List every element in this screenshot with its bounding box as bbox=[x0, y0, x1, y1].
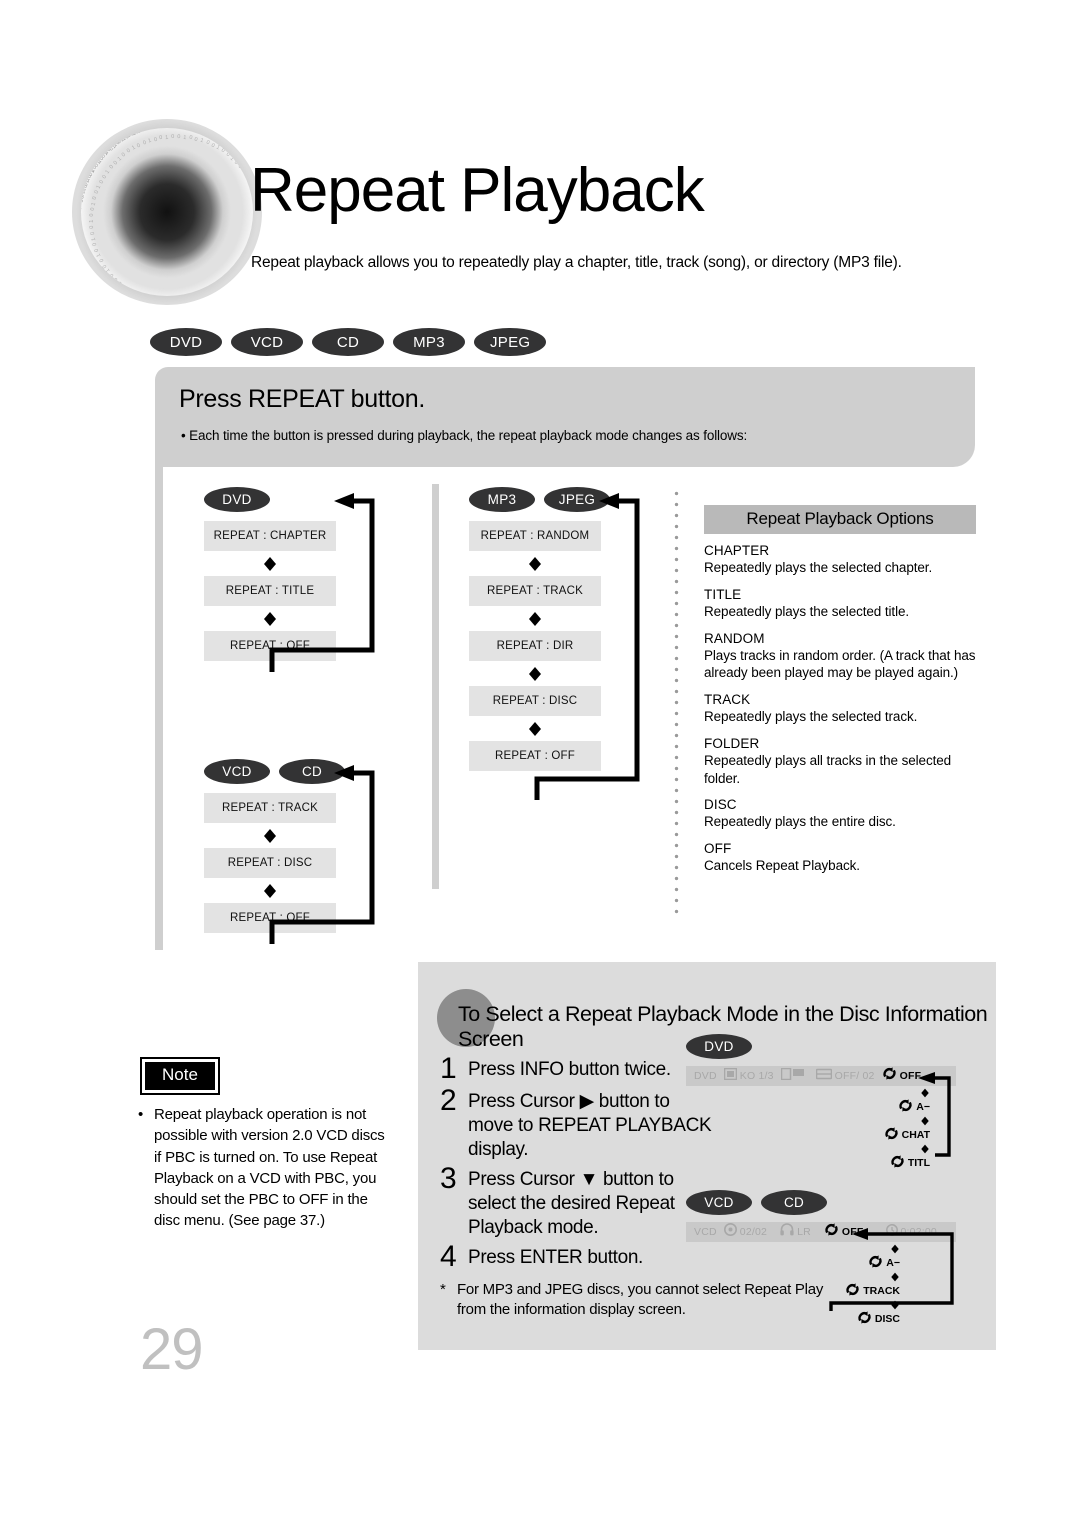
step-number: 4 bbox=[440, 1239, 457, 1273]
note-text: Repeat playback operation is not possibl… bbox=[154, 1106, 385, 1230]
step-item: 3 Press Cursor ▼ button to select the de… bbox=[440, 1161, 715, 1240]
options-title: Repeat Playback Options bbox=[704, 505, 976, 534]
flow-badges-dvd: DVD bbox=[686, 1034, 956, 1059]
column-divider bbox=[432, 484, 439, 889]
disc-illustration: 01 10 01 10 01 10 01 10 01 10 01 10 01 10 01 10 01 10 01 10… bbox=[62, 112, 272, 312]
loop-arrow-icon bbox=[686, 1069, 956, 1170]
option-key: TITLE bbox=[704, 586, 742, 602]
disc-badge-vcd: VCD bbox=[231, 328, 303, 356]
option-desc: Cancels Repeat Playback. bbox=[704, 858, 860, 874]
disc-badge-dvd: DVD bbox=[686, 1034, 752, 1059]
flowchart-dvd: DVD REPEAT : CHAPTER REPEAT : TITLE REPE… bbox=[204, 487, 375, 672]
page-subtitle: Repeat playback allows you to repeatedly… bbox=[251, 254, 902, 271]
page-title: Repeat Playback bbox=[250, 156, 705, 225]
loop-arrow-icon bbox=[686, 1225, 956, 1326]
instruction-band: Press REPEAT button. • Each time the but… bbox=[155, 367, 975, 467]
step-number: 1 bbox=[440, 1052, 457, 1085]
loop-arrow-icon bbox=[469, 487, 644, 822]
disc-type-badges: DVD VCD CD MP3 JPEG bbox=[150, 328, 547, 356]
option-key: TRACK bbox=[704, 691, 751, 707]
option-desc: Repeatedly plays all tracks in the selec… bbox=[704, 753, 952, 786]
option-key: CHAPTER bbox=[704, 543, 770, 558]
option-item: DISC Repeatedly plays the entire disc. bbox=[704, 796, 976, 831]
page-number: 29 bbox=[140, 1317, 204, 1382]
disc-badge-mp3: MP3 bbox=[393, 328, 465, 356]
note-label: Note bbox=[140, 1057, 220, 1095]
option-desc: Repeatedly plays the entire disc. bbox=[704, 814, 896, 830]
dotted-divider bbox=[674, 488, 679, 920]
option-desc: Plays tracks in random order. (A track t… bbox=[704, 647, 976, 681]
note-body: • Repeat playback operation is not possi… bbox=[138, 1104, 386, 1232]
osd-group-dvd: DVD DVD KO 1/3 OFF/ 02 OFF A− CHAT TITL bbox=[686, 1034, 956, 1171]
disc-badge-cd: CD bbox=[312, 328, 384, 356]
step-text: Press Cursor ▶ button to move to REPEAT … bbox=[468, 1091, 712, 1160]
step-item: 4 Press ENTER button. bbox=[440, 1239, 715, 1273]
manual-page: 01 10 01 10 01 10 01 10 01 10 01 10 01 10 01 10 01 10 01 10… bbox=[0, 0, 1080, 1528]
option-item: RANDOM Plays tracks in random order. (A … bbox=[704, 630, 976, 682]
osd-repeat-chain-vcd: A− TRACK DISC bbox=[686, 1228, 956, 1327]
option-item: OFF Cancels Repeat Playback. bbox=[704, 840, 976, 875]
option-item: CHAPTER Repeatedly plays the selected ch… bbox=[704, 542, 976, 577]
option-desc: Repeatedly plays the selected title. bbox=[704, 604, 910, 620]
instruction-title: Press REPEAT button. bbox=[179, 385, 425, 413]
disc-badge-vcd: VCD bbox=[686, 1190, 752, 1215]
option-key: RANDOM bbox=[704, 630, 765, 646]
flowchart-mp3-jpeg: MP3 JPEG REPEAT : RANDOM REPEAT : TRACK … bbox=[469, 487, 640, 800]
option-item: TITLE Repeatedly plays the selected titl… bbox=[704, 586, 976, 621]
disc-badge-dvd: DVD bbox=[150, 328, 222, 356]
disc-badge-jpeg: JPEG bbox=[474, 328, 547, 356]
option-item: TRACK Repeatedly plays the selected trac… bbox=[704, 691, 976, 726]
step-text: Press Cursor ▼ button to select the desi… bbox=[468, 1168, 675, 1238]
option-desc: Repeatedly plays the selected track. bbox=[704, 709, 918, 725]
option-key: FOLDER bbox=[704, 735, 760, 751]
loop-arrow-icon bbox=[204, 487, 379, 692]
left-rule bbox=[155, 467, 163, 950]
step-text: Press INFO button twice. bbox=[468, 1059, 671, 1080]
instruction-bullet: • Each time the button is pressed during… bbox=[181, 428, 748, 443]
flow-badges-vcd-cd: VCD CD bbox=[686, 1190, 956, 1215]
flowchart-vcd-cd: VCD CD REPEAT : TRACK REPEAT : DISC REPE… bbox=[204, 759, 375, 944]
repeat-options-panel: Repeat Playback Options CHAPTER Repeated… bbox=[704, 505, 976, 884]
step-text: Press ENTER button. bbox=[468, 1246, 643, 1268]
option-key: OFF bbox=[704, 840, 732, 856]
step-item: 2 Press Cursor ▶ button to move to REPEA… bbox=[440, 1086, 715, 1162]
binary-ring-icon: 01 10 01 10 01 10 01 10 01 10 01 10 01 10 01 10 01 10 01 10… bbox=[72, 119, 262, 305]
osd-group-vcd-cd: VCD CD VCD 02/02 LR OFF 0:02:00 A− TRACK… bbox=[686, 1190, 956, 1327]
step-number: 2 bbox=[440, 1084, 457, 1117]
disc-info-panel: To Select a Repeat Playback Mode in the … bbox=[418, 962, 996, 1350]
footnote-marker: * bbox=[440, 1281, 446, 1298]
step-number: 3 bbox=[440, 1161, 457, 1195]
step-list: 1 Press INFO button twice. 2 Press Curso… bbox=[440, 1054, 715, 1274]
loop-arrow-icon bbox=[204, 759, 379, 964]
option-item: FOLDER Repeatedly plays all tracks in th… bbox=[704, 735, 976, 787]
disc-badge-cd: CD bbox=[761, 1190, 827, 1215]
note-bullet: • bbox=[138, 1106, 144, 1123]
option-key: DISC bbox=[704, 797, 737, 813]
option-desc: Repeatedly plays the selected chapter. bbox=[704, 560, 933, 576]
step-item: 1 Press INFO button twice. bbox=[440, 1054, 715, 1084]
osd-repeat-chain-dvd: A− CHAT TITL bbox=[686, 1072, 956, 1171]
